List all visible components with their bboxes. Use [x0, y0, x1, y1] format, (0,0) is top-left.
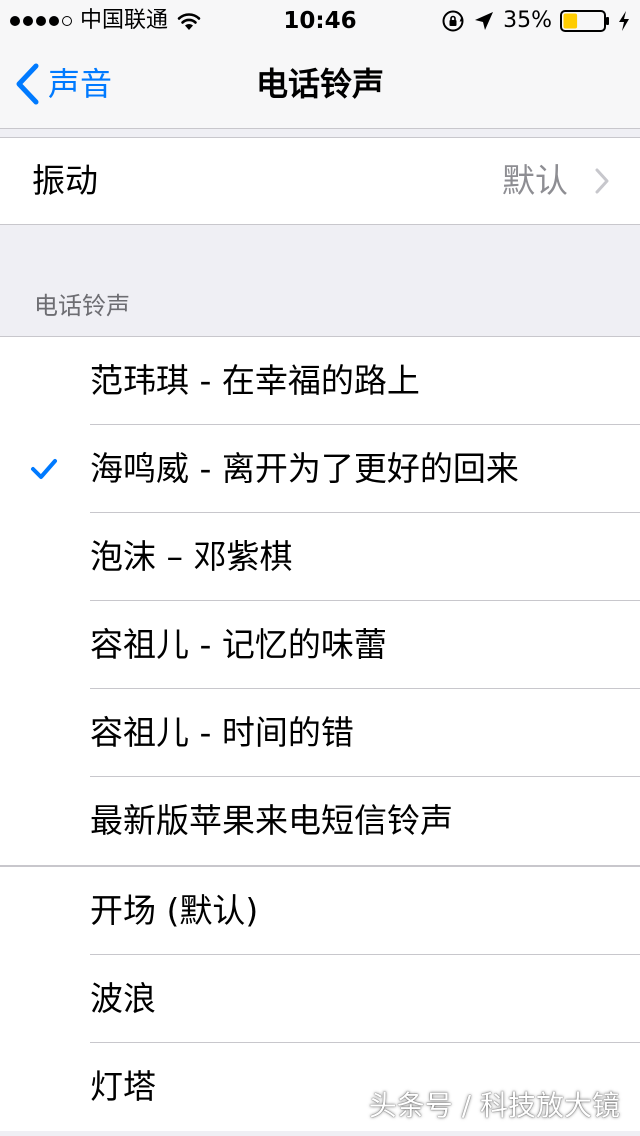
battery-icon [560, 10, 609, 32]
page-title: 电话铃声 [255, 65, 384, 103]
status-bar: 中国联通 10:46 35% [0, 0, 640, 40]
ringtone-label: 容祖儿 - 时间的错 [90, 713, 354, 752]
ringtone-row[interactable]: 开场 (默认) [0, 867, 640, 955]
ringtone-row[interactable]: 范玮琪 - 在幸福的路上 [0, 337, 640, 425]
ringtone-row[interactable]: 海鸣威 - 离开为了更好的回来 [0, 425, 640, 513]
ringtone-label: 海鸣威 - 离开为了更好的回来 [90, 449, 519, 488]
chevron-right-icon [595, 168, 609, 194]
orientation-lock-icon [442, 10, 464, 32]
ringtone-row[interactable]: 最新版苹果来电短信铃声 [0, 777, 640, 865]
ringtone-label: 开场 (默认) [90, 891, 259, 930]
checkmark-icon [31, 459, 57, 479]
vibration-value: 默认 [502, 161, 568, 200]
ringtone-label: 灯塔 [90, 1067, 156, 1106]
battery-percentage: 35% [503, 8, 552, 33]
navigation-bar: 声音 电话铃声 [0, 40, 640, 129]
ringtone-label: 范玮琪 - 在幸福的路上 [90, 361, 420, 400]
watermark: 头条号 / 科技放大镜 [368, 1089, 620, 1122]
ringtone-row[interactable]: 泡沫 – 邓紫棋 [0, 513, 640, 601]
location-arrow-icon [475, 12, 494, 30]
ringtone-label: 最新版苹果来电短信铃声 [90, 801, 453, 840]
vibration-setting-cell[interactable]: 振动 默认 [0, 137, 640, 225]
ringtone-row[interactable]: 容祖儿 - 记忆的味蕾 [0, 601, 640, 689]
section-header-ringtones: 电话铃声 [34, 292, 130, 320]
custom-ringtone-list: 范玮琪 - 在幸福的路上海鸣威 - 离开为了更好的回来 泡沫 – 邓紫棋容祖儿 -… [0, 336, 640, 866]
ringtone-row[interactable]: 波浪 [0, 955, 640, 1043]
status-right: 35% [441, 7, 630, 35]
battery-fill [563, 13, 578, 29]
charging-bolt-icon [619, 11, 629, 31]
vibration-label: 振动 [32, 161, 98, 200]
ringtone-label: 泡沫 – 邓紫棋 [90, 537, 293, 576]
ringtone-label: 波浪 [90, 979, 156, 1018]
ringtone-label: 容祖儿 - 记忆的味蕾 [90, 625, 387, 664]
ringtone-row[interactable]: 容祖儿 - 时间的错 [0, 689, 640, 777]
